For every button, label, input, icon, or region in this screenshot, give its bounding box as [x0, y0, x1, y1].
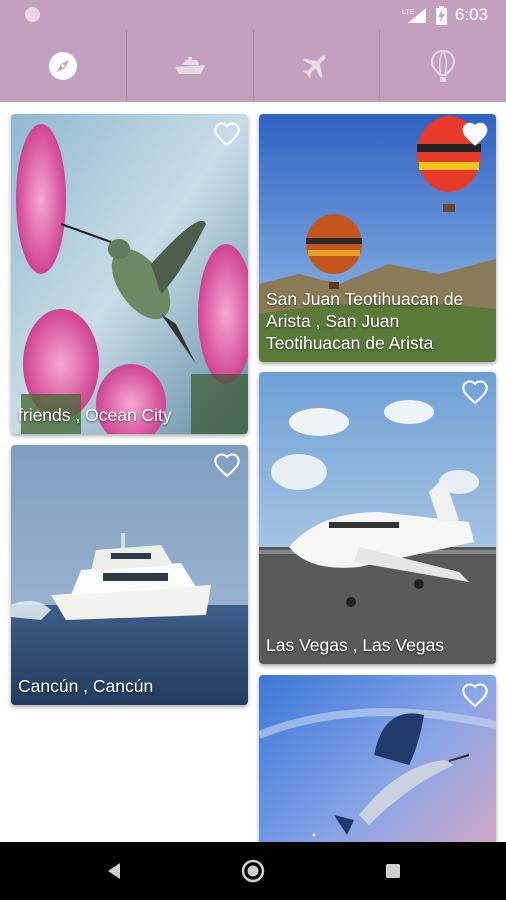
tab-cruise[interactable] [127, 30, 254, 102]
destination-card[interactable]: Las Vegas , Las Vegas [259, 372, 496, 664]
destinations-grid[interactable]: friends , Ocean City San Juan Teotihuaca… [0, 102, 506, 842]
destination-card[interactable]: friends , Ocean City [11, 114, 248, 434]
hummingbird-image [11, 114, 248, 434]
back-icon [108, 863, 120, 879]
home-button[interactable] [223, 842, 283, 900]
battery-charging-icon [435, 5, 447, 25]
card-caption: friends , Ocean City [18, 405, 172, 425]
hot-air-balloon-icon [431, 49, 456, 82]
card-caption: San Juan Teotihuacan de Arista , San Jua… [266, 289, 464, 353]
back-button[interactable] [84, 842, 144, 900]
heart-filled-icon[interactable] [460, 120, 490, 148]
recents-icon [386, 864, 400, 878]
lte-signal-icon: LTE [402, 8, 426, 23]
compass-icon [48, 52, 77, 80]
private-jet-image [259, 372, 496, 664]
card-caption: Cancún , Cancún [18, 676, 154, 696]
status-icons: LTE 6:03 [402, 0, 488, 30]
yacht-image [11, 445, 248, 705]
svg-text:LTE: LTE [402, 9, 415, 16]
destination-card[interactable]: Cancún , Cancún [11, 445, 248, 705]
destination-card[interactable] [259, 675, 496, 842]
card-caption: Las Vegas , Las Vegas [266, 635, 445, 655]
heart-outline-icon[interactable] [460, 378, 490, 406]
heart-outline-icon[interactable] [212, 451, 242, 479]
tab-balloon[interactable] [380, 30, 506, 102]
tab-flights[interactable] [254, 30, 381, 102]
tab-explore[interactable] [0, 30, 127, 102]
heart-outline-icon[interactable] [212, 120, 242, 148]
status-bar: LTE 6:03 [0, 0, 506, 30]
airplane-icon [303, 55, 326, 79]
ship-icon [174, 57, 205, 74]
recents-button[interactable] [363, 842, 423, 900]
destination-card[interactable]: San Juan Teotihuacan de Arista , San Jua… [259, 114, 496, 362]
status-time: 6:03 [454, 5, 488, 24]
notification-dot-icon [25, 7, 40, 22]
home-icon [241, 859, 265, 883]
system-nav-bar [0, 842, 506, 900]
tab-bar [0, 30, 506, 102]
heart-outline-icon[interactable] [460, 681, 490, 709]
